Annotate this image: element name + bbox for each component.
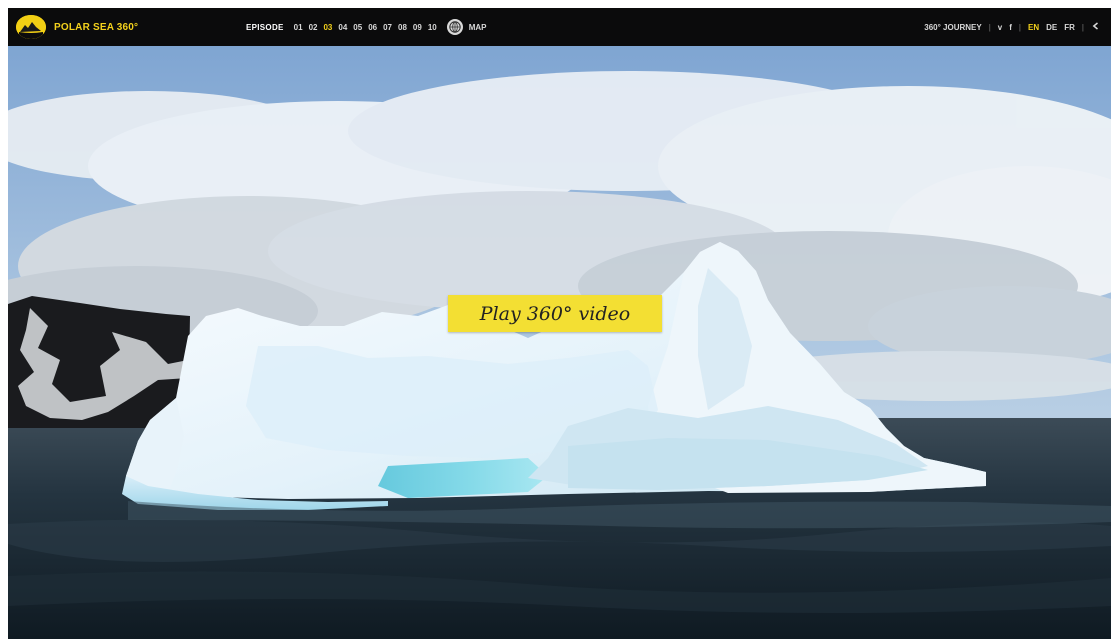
episode-link[interactable]: 01 [294, 23, 303, 32]
episode-link-active[interactable]: 03 [323, 23, 332, 32]
play-360-video-button[interactable]: Play 360° video [448, 295, 662, 332]
map-globe-icon[interactable] [446, 19, 463, 35]
brand-name: POLAR SEA 360° [54, 21, 139, 33]
episode-link[interactable]: 06 [368, 23, 377, 32]
top-navigation-bar: POLAR SEA 360° EPISODE 01 02 03 04 05 06… [8, 8, 1111, 46]
episode-link[interactable]: 04 [338, 23, 347, 32]
separator: | [1081, 22, 1084, 32]
play-360-video-label: Play 360° video [479, 302, 631, 325]
separator: | [1018, 22, 1021, 32]
iceberg-hero-image [8, 46, 1111, 639]
right-navigation: 360° JOURNEY | v f | EN DE FR | [924, 21, 1101, 33]
language-de[interactable]: DE [1046, 23, 1057, 32]
language-fr[interactable]: FR [1064, 23, 1075, 32]
episode-link[interactable]: 08 [398, 23, 407, 32]
polar-sea-logo-icon [16, 15, 46, 39]
episode-label: EPISODE [246, 22, 284, 32]
episode-link[interactable]: 10 [428, 23, 437, 32]
facebook-icon[interactable]: f [1009, 23, 1012, 32]
journey-link[interactable]: 360° JOURNEY [924, 23, 981, 32]
separator: | [988, 22, 991, 32]
brand[interactable]: POLAR SEA 360° [16, 15, 246, 39]
episode-link[interactable]: 09 [413, 23, 422, 32]
episode-navigation: EPISODE 01 02 03 04 05 06 07 08 09 10 MA… [246, 19, 487, 35]
episode-link[interactable]: 02 [309, 23, 318, 32]
arrow-left-icon[interactable] [1091, 21, 1101, 33]
app-frame: POLAR SEA 360° EPISODE 01 02 03 04 05 06… [8, 8, 1111, 639]
episode-link[interactable]: 05 [353, 23, 362, 32]
language-en[interactable]: EN [1028, 23, 1039, 32]
episode-link[interactable]: 07 [383, 23, 392, 32]
vimeo-icon[interactable]: v [998, 23, 1002, 32]
map-link[interactable]: MAP [469, 23, 487, 32]
